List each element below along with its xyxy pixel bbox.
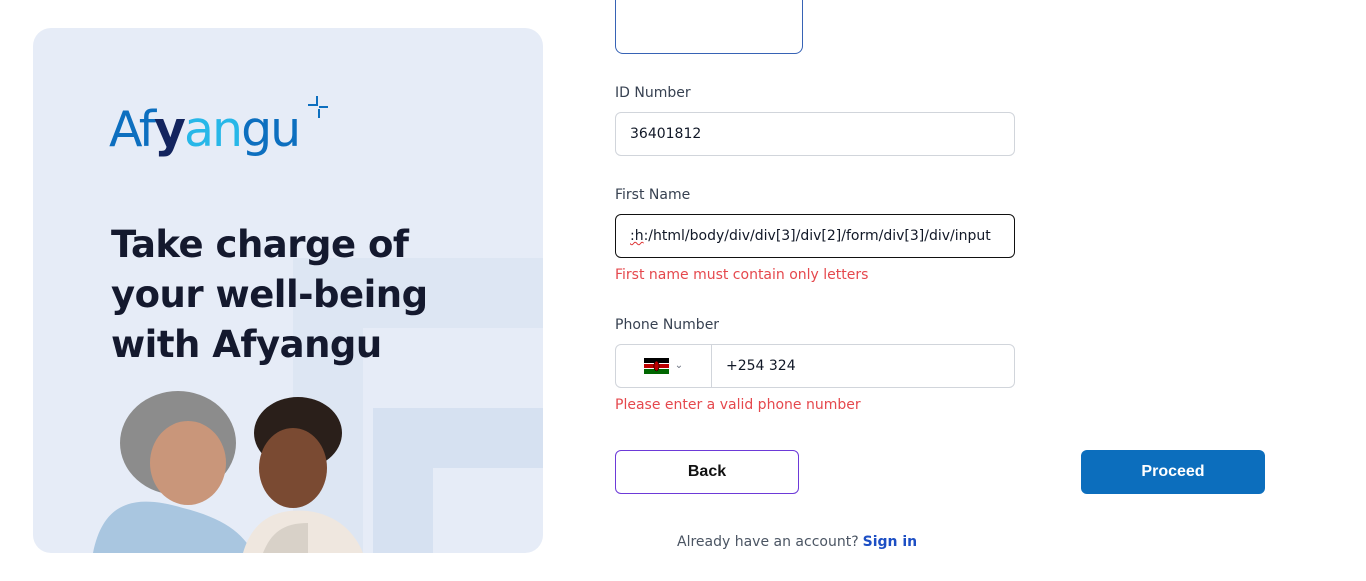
hero-panel: Afyangu Take charge of your well-being w… <box>33 28 543 553</box>
hero-headline: Take charge of your well-being with Afya… <box>111 223 428 366</box>
phone-number-input[interactable]: +254 324 <box>711 344 1015 388</box>
hero-people-photo <box>93 391 363 553</box>
back-button[interactable]: Back <box>615 450 799 494</box>
id-number-input[interactable]: 36401812 <box>615 112 1015 156</box>
kenya-flag-icon <box>643 358 669 374</box>
first-name-value: :/html/body/div/div[3]/div[2]/form/div[3… <box>643 228 991 244</box>
first-name-value-prefix: :h <box>630 228 644 244</box>
previous-field-input[interactable] <box>615 0 803 54</box>
phone-number-error: Please enter a valid phone number <box>615 397 861 413</box>
signin-prompt-text: Already have an account? <box>677 534 859 550</box>
first-name-input[interactable]: :h:/html/body/div/div[3]/div[2]/form/div… <box>615 214 1015 258</box>
first-name-error: First name must contain only letters <box>615 267 869 283</box>
proceed-button[interactable]: Proceed <box>1081 450 1265 494</box>
phone-number-label: Phone Number <box>615 317 720 333</box>
chevron-down-icon: ⌄ <box>674 360 684 371</box>
afyangu-logo: Afyangu <box>109 90 349 170</box>
phone-number-field: ⌄ +254 324 <box>615 344 1015 388</box>
first-name-label: First Name <box>615 187 691 203</box>
signin-link[interactable]: Sign in <box>863 534 918 550</box>
id-number-value: 36401812 <box>630 126 702 142</box>
sparkle-icon <box>308 96 328 118</box>
country-code-select[interactable]: ⌄ <box>615 344 712 388</box>
phone-number-value: +254 324 <box>726 358 796 374</box>
signin-prompt: Already have an account? Sign in <box>677 534 917 550</box>
id-number-label: ID Number <box>615 85 691 101</box>
